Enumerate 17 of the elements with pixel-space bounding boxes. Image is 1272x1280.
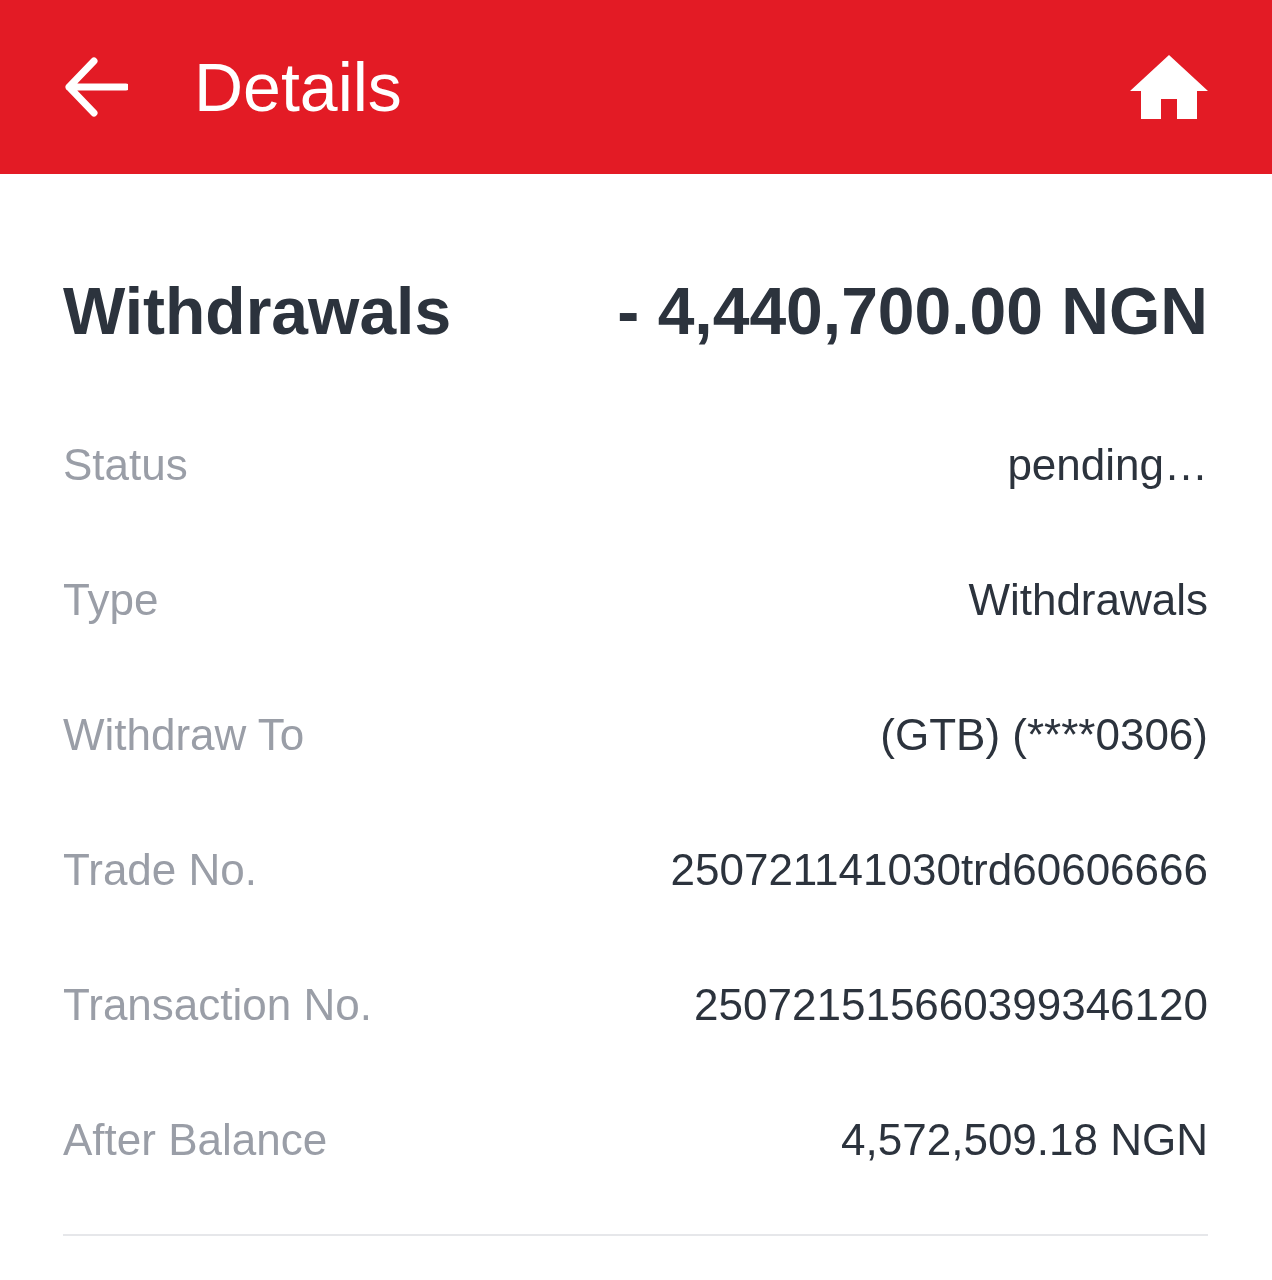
detail-value: pending… bbox=[1007, 439, 1208, 490]
summary-amount: - 4,440,700.00 NGN bbox=[617, 273, 1208, 349]
detail-label: Status bbox=[63, 439, 188, 490]
detail-label: Transaction No. bbox=[63, 979, 372, 1030]
detail-label: Withdraw To bbox=[63, 709, 305, 760]
detail-value: Withdrawals bbox=[968, 574, 1208, 625]
detail-label: Type bbox=[63, 574, 159, 625]
summary-label: Withdrawals bbox=[63, 273, 452, 349]
back-icon[interactable] bbox=[64, 57, 128, 117]
detail-value: 250721515660399346120 bbox=[694, 979, 1208, 1030]
detail-value: 250721141030trd60606666 bbox=[670, 844, 1208, 895]
home-icon[interactable] bbox=[1130, 53, 1208, 121]
screen-title: Details bbox=[194, 48, 403, 126]
detail-label: Trade No. bbox=[63, 844, 257, 895]
detail-value: (GTB) (****0306) bbox=[880, 709, 1208, 760]
detail-label: After Balance bbox=[63, 1114, 328, 1165]
detail-value: 4,572,509.18 NGN bbox=[841, 1114, 1208, 1165]
